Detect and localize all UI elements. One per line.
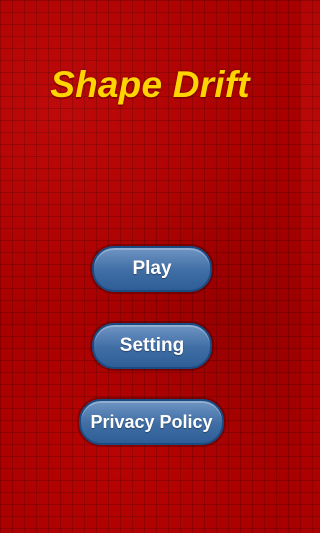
privacy-policy-button-label: Privacy Policy bbox=[90, 411, 213, 432]
privacy-policy-button[interactable]: Privacy Policy bbox=[79, 399, 224, 445]
play-button[interactable]: Play bbox=[92, 246, 212, 292]
main-menu: Play Setting Privacy Policy bbox=[0, 0, 300, 533]
main-menu-screen: Shape Drift Play Setting Privacy Policy bbox=[0, 0, 300, 533]
play-button-label: Play bbox=[132, 258, 172, 279]
setting-button[interactable]: Setting bbox=[92, 323, 212, 369]
setting-button-label: Setting bbox=[119, 335, 185, 356]
